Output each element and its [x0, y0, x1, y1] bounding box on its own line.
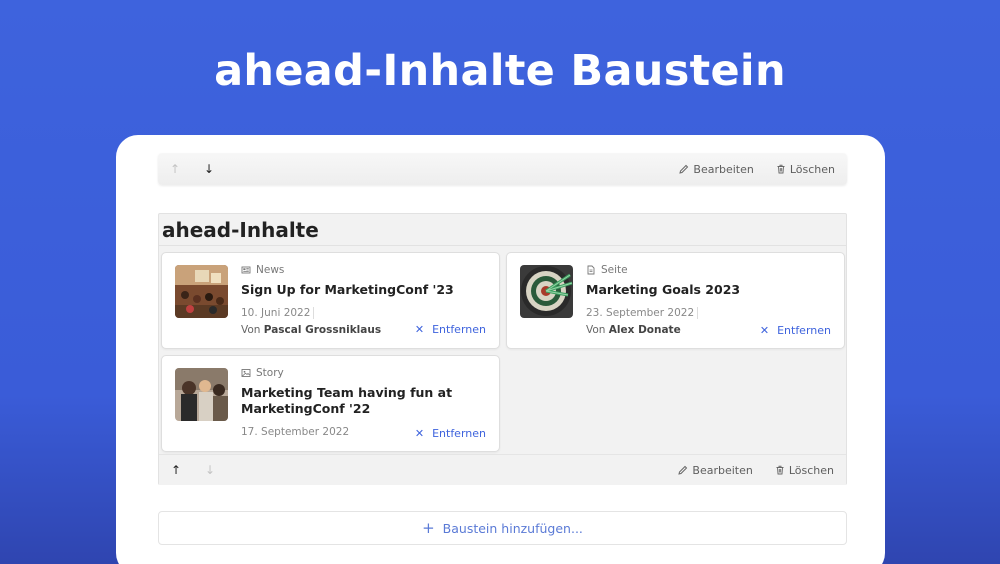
card-title: Sign Up for MarketingConf '23	[241, 282, 454, 297]
author-prefix: Von	[586, 324, 606, 336]
delete-button[interactable]: Löschen	[776, 163, 835, 176]
author-name: Pascal Grossniklaus	[263, 324, 382, 336]
edit-button[interactable]: Bearbeiten	[679, 162, 754, 176]
card-type: Seite	[586, 264, 628, 276]
close-icon: ✕	[759, 324, 770, 337]
block-toolbar-bottom: ↑ ↓ Bearbeiten Löschen	[159, 454, 846, 485]
card-type-label: Seite	[601, 264, 628, 276]
remove-label: Entfernen	[432, 427, 486, 440]
card-date: 10. Juni 2022	[241, 307, 315, 319]
close-icon: ✕	[414, 323, 425, 336]
author-prefix: Von	[241, 324, 261, 336]
trash-icon	[776, 465, 784, 475]
card-author: Von Alex Donate	[586, 324, 681, 336]
page-title: ahead-Inhalte Baustein	[214, 46, 786, 96]
newspaper-icon	[241, 266, 251, 274]
card-thumbnail	[520, 265, 573, 318]
content-card[interactable]: Story Marketing Team having fun at Marke…	[161, 355, 500, 452]
document-icon	[587, 265, 595, 275]
block-title: ahead-Inhalte	[162, 218, 319, 242]
delete-label: Löschen	[789, 162, 835, 176]
delete-button[interactable]: Löschen	[775, 464, 834, 477]
trash-icon	[777, 164, 785, 174]
move-down-button[interactable]: ↓	[193, 463, 227, 477]
editor-panel: ↑ ↓ Bearbeiten Löschen ahead-Inhalte New…	[116, 135, 885, 564]
remove-button[interactable]: ✕ Entfernen	[760, 324, 831, 337]
move-down-button[interactable]: ↓	[192, 162, 226, 176]
remove-label: Entfernen	[432, 323, 486, 336]
card-author: Von Pascal Grossniklaus	[241, 324, 381, 336]
card-date: 17. September 2022	[241, 426, 350, 438]
plus-icon: +	[422, 519, 435, 537]
add-block-button[interactable]: + Baustein hinzufügen...	[158, 511, 847, 545]
content-card[interactable]: Seite Marketing Goals 2023 23. September…	[506, 252, 845, 349]
remove-button[interactable]: ✕ Entfernen	[415, 427, 486, 440]
ahead-content-block: ahead-Inhalte News Sign Up for Marketing…	[158, 213, 847, 485]
move-up-button[interactable]: ↑	[159, 463, 193, 477]
card-thumbnail	[175, 265, 228, 318]
delete-label: Löschen	[788, 463, 834, 477]
move-up-button[interactable]: ↑	[158, 162, 192, 176]
card-title: Marketing Goals 2023	[586, 282, 741, 297]
remove-label: Entfernen	[777, 324, 831, 337]
close-icon: ✕	[414, 427, 425, 440]
card-type-label: News	[256, 264, 285, 276]
add-block-label: Baustein hinzufügen...	[442, 520, 583, 536]
remove-button[interactable]: ✕ Entfernen	[415, 323, 486, 336]
image-icon	[241, 369, 251, 377]
card-type-label: Story	[256, 367, 284, 379]
author-name: Alex Donate	[608, 324, 681, 336]
content-card[interactable]: News Sign Up for MarketingConf '23 10. J…	[161, 252, 500, 349]
pencil-icon	[679, 164, 689, 174]
card-thumbnail	[175, 368, 228, 421]
edit-label: Bearbeiten	[692, 463, 753, 477]
card-type: News	[241, 264, 284, 276]
block-toolbar-top: ↑ ↓ Bearbeiten Löschen	[158, 153, 847, 185]
pencil-icon	[678, 465, 688, 475]
edit-label: Bearbeiten	[693, 162, 754, 176]
edit-button[interactable]: Bearbeiten	[678, 463, 753, 477]
card-type: Story	[241, 367, 284, 379]
card-date: 23. September 2022	[586, 307, 699, 319]
card-title: Marketing Team having fun at MarketingCo…	[241, 385, 453, 416]
